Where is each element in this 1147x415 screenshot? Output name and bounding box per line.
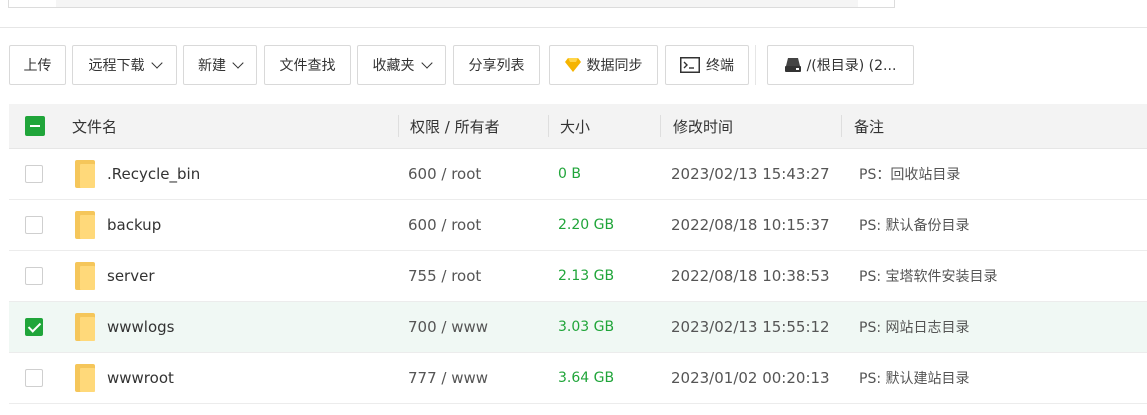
file-modified: 2022/08/18 10:15:37 bbox=[671, 216, 830, 234]
file-perm-owner[interactable]: 600 / root bbox=[408, 200, 481, 250]
toolbar-divider bbox=[755, 45, 756, 85]
file-modified: 2023/02/13 15:43:27 bbox=[671, 165, 830, 183]
table-row[interactable]: server 755 / root 2.13 GB 2022/08/18 10:… bbox=[9, 251, 1147, 302]
favorites-label: 收藏夹 bbox=[372, 58, 415, 74]
folder-icon bbox=[75, 364, 95, 392]
folder-icon-cell bbox=[75, 302, 95, 352]
row-select-cell bbox=[25, 251, 43, 301]
file-perm-owner[interactable]: 755 / root bbox=[408, 251, 481, 301]
row-checkbox[interactable] bbox=[25, 318, 43, 336]
favorites-button[interactable]: 收藏夹 bbox=[357, 45, 446, 85]
back-button[interactable] bbox=[8, 0, 58, 8]
file-note[interactable]: PS: 网站日志目录 bbox=[859, 302, 970, 352]
new-label: 新建 bbox=[198, 58, 226, 74]
file-perm-owner[interactable]: 777 / www bbox=[408, 353, 488, 403]
row-select-cell bbox=[25, 353, 43, 403]
disk-label: /(根目录) (2... bbox=[806, 58, 897, 74]
path-input[interactable] bbox=[56, 0, 859, 8]
table-row[interactable]: backup 600 / root 2.20 GB 2022/08/18 10:… bbox=[9, 200, 1147, 251]
path-bar bbox=[0, 0, 1147, 28]
select-all-checkbox[interactable] bbox=[25, 116, 45, 136]
file-perm-owner[interactable]: 700 / www bbox=[408, 302, 488, 352]
file-name[interactable]: wwwroot bbox=[107, 353, 174, 403]
chevron-down-icon bbox=[420, 57, 433, 69]
header-size[interactable]: 大小 bbox=[560, 104, 590, 148]
folder-icon-cell bbox=[75, 200, 95, 250]
file-name[interactable]: backup bbox=[107, 200, 161, 250]
share-list-label: 分享列表 bbox=[468, 58, 525, 74]
table-row[interactable]: wwwlogs 700 / www 3.03 GB 2023/02/13 15:… bbox=[9, 302, 1147, 353]
folder-icon-cell bbox=[75, 251, 95, 301]
file-size: 3.03 GB bbox=[558, 319, 615, 335]
column-divider bbox=[548, 115, 549, 137]
diamond-icon bbox=[564, 58, 581, 72]
upload-button[interactable]: 上传 bbox=[9, 45, 66, 85]
terminal-icon bbox=[680, 57, 700, 73]
file-modified: 2023/01/02 00:20:13 bbox=[671, 369, 830, 387]
file-note[interactable]: PS: 宝塔软件安装目录 bbox=[859, 251, 998, 301]
row-checkbox[interactable] bbox=[25, 165, 43, 183]
table-row[interactable]: .Recycle_bin 600 / root 0 B 2023/02/13 1… bbox=[9, 149, 1147, 200]
file-search-label: 文件查找 bbox=[279, 58, 336, 74]
column-divider bbox=[841, 115, 842, 137]
chevron-down-icon bbox=[232, 57, 244, 69]
file-table: 文件名 权限 / 所有者 大小 修改时间 备注 .Recycle_bin 600… bbox=[9, 104, 1147, 404]
file-note[interactable]: PS: 默认建站目录 bbox=[859, 353, 970, 403]
select-all-cell bbox=[25, 104, 45, 148]
column-divider bbox=[660, 115, 661, 137]
row-select-cell bbox=[25, 302, 43, 352]
remote-download-label: 远程下载 bbox=[88, 58, 145, 74]
row-checkbox[interactable] bbox=[25, 369, 43, 387]
new-button[interactable]: 新建 bbox=[183, 45, 257, 85]
file-name[interactable]: .Recycle_bin bbox=[107, 149, 200, 199]
upload-label: 上传 bbox=[23, 58, 52, 74]
file-name[interactable]: wwwlogs bbox=[107, 302, 175, 352]
disk-icon bbox=[784, 58, 801, 72]
header-name[interactable]: 文件名 bbox=[72, 104, 117, 148]
data-sync-label: 数据同步 bbox=[586, 58, 643, 74]
folder-icon-cell bbox=[75, 353, 95, 403]
folder-icon bbox=[75, 262, 95, 290]
table-header: 文件名 权限 / 所有者 大小 修改时间 备注 bbox=[9, 104, 1147, 149]
folder-icon bbox=[75, 211, 95, 239]
folder-icon bbox=[75, 313, 95, 341]
data-sync-button[interactable]: 数据同步 bbox=[549, 45, 658, 85]
terminal-label: 终端 bbox=[706, 58, 734, 74]
file-size: 3.64 GB bbox=[558, 370, 615, 386]
folder-icon-cell bbox=[75, 149, 95, 199]
chevron-down-icon bbox=[150, 57, 163, 69]
file-note[interactable]: PS：回收站目录 bbox=[859, 149, 960, 199]
header-note: 备注 bbox=[854, 117, 885, 136]
file-size: 0 B bbox=[558, 166, 581, 182]
file-search-button[interactable]: 文件查找 bbox=[264, 45, 351, 85]
column-divider bbox=[398, 115, 399, 137]
header-perm-owner[interactable]: 权限 / 所有者 bbox=[410, 104, 500, 148]
remote-download-button[interactable]: 远程下载 bbox=[72, 45, 177, 85]
row-checkbox[interactable] bbox=[25, 267, 43, 285]
row-select-cell bbox=[25, 149, 43, 199]
file-perm-owner[interactable]: 600 / root bbox=[408, 149, 481, 199]
folder-icon bbox=[75, 160, 95, 188]
row-select-cell bbox=[25, 200, 43, 250]
file-size: 2.13 GB bbox=[558, 268, 615, 284]
file-size: 2.20 GB bbox=[558, 217, 615, 233]
refresh-button[interactable] bbox=[858, 0, 895, 8]
share-list-button[interactable]: 分享列表 bbox=[453, 45, 540, 85]
file-modified: 2023/02/13 15:55:12 bbox=[671, 318, 830, 336]
row-checkbox[interactable] bbox=[25, 216, 43, 234]
header-modified[interactable]: 修改时间 bbox=[673, 104, 733, 148]
file-name[interactable]: server bbox=[107, 251, 154, 301]
file-note[interactable]: PS: 默认备份目录 bbox=[859, 200, 970, 250]
file-modified: 2022/08/18 10:38:53 bbox=[671, 267, 830, 285]
terminal-button[interactable]: 终端 bbox=[665, 45, 749, 85]
disk-button[interactable]: /(根目录) (2... bbox=[767, 45, 914, 85]
table-row[interactable]: wwwroot 777 / www 3.64 GB 2023/01/02 00:… bbox=[9, 353, 1147, 404]
